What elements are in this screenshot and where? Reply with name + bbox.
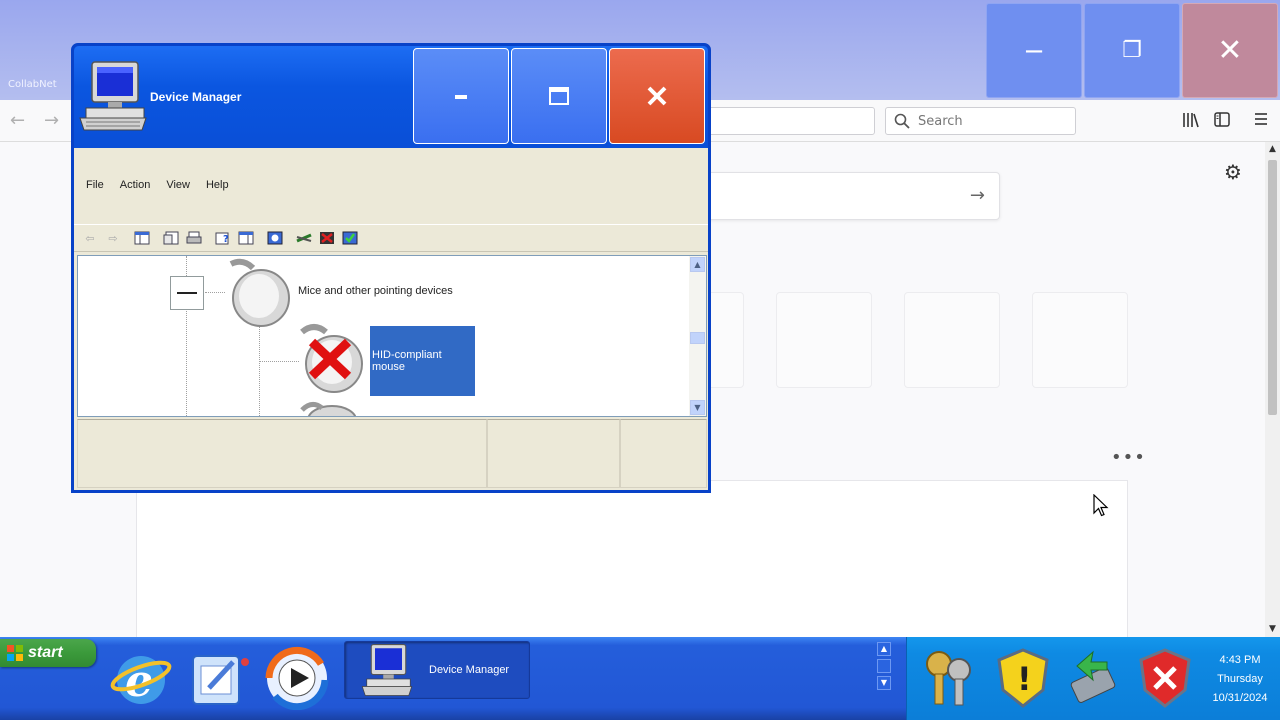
scroll-down-icon[interactable]: ▼ — [877, 676, 891, 690]
back-icon[interactable]: ⇦ — [80, 229, 100, 247]
toolbar: ⇦ ⇨ ? — [74, 224, 708, 252]
scroll-up-icon[interactable]: ▲ — [690, 257, 705, 272]
newtab-search-box[interactable]: → — [700, 172, 1000, 220]
device-tree[interactable]: Mice and other pointing devices HID-comp… — [77, 255, 707, 417]
maximize-button[interactable] — [511, 48, 607, 144]
device-manager-window: Device Manager File Action View Help ⇦ ⇨ — [71, 43, 711, 493]
status-pane — [77, 419, 487, 488]
library-icon[interactable] — [1182, 112, 1200, 132]
computer-icon — [361, 643, 413, 696]
tree-item-label: HID-compliant mouse — [372, 349, 442, 373]
system-clock[interactable]: 4:43 PM Thursday 10/31/2024 — [1207, 651, 1273, 708]
highlights-card — [136, 480, 1128, 640]
help-icon[interactable]: ? — [213, 229, 233, 247]
svg-text:?: ? — [223, 234, 229, 245]
tree-item-selected[interactable]: HID-compliant mouse — [370, 326, 475, 396]
svg-text:!: ! — [1017, 660, 1032, 698]
search-placeholder: Search — [918, 113, 963, 129]
arrow-right-icon[interactable]: → — [44, 110, 59, 131]
clock-time: 4:43 PM — [1219, 654, 1261, 666]
close-button[interactable] — [609, 48, 705, 144]
windows-media-player-icon[interactable] — [262, 643, 332, 713]
internet-explorer-icon[interactable]: e — [106, 643, 176, 713]
arrow-right-icon[interactable]: → — [970, 185, 985, 206]
tree-line — [259, 326, 260, 416]
browser-scrollbar[interactable]: ▲ ▼ — [1265, 142, 1280, 637]
browser-restore-button[interactable]: ❐ — [1084, 3, 1180, 98]
mouse-icon — [229, 258, 290, 327]
menu-action[interactable]: Action — [120, 179, 151, 191]
show-hide-console-tree-icon[interactable] — [132, 229, 152, 247]
outlook-express-icon[interactable] — [184, 643, 254, 713]
taskbar-item-label: Device Manager — [429, 664, 510, 676]
scroll-up-icon[interactable]: ▲ — [877, 642, 891, 656]
tree-category-label[interactable]: Mice and other pointing devices — [298, 285, 453, 297]
clock-date: 10/31/2024 — [1212, 692, 1268, 704]
arrow-left-icon[interactable]: ← — [10, 110, 25, 131]
scroll-down-icon[interactable]: ▼ — [690, 400, 705, 415]
start-button[interactable]: start — [0, 639, 96, 667]
security-warning-icon[interactable]: ! — [991, 643, 1055, 713]
menu-bar: File Action View Help — [74, 148, 708, 222]
status-bar — [77, 419, 707, 488]
more-options-icon[interactable]: ••• — [1111, 447, 1146, 468]
scroll-up-icon[interactable]: ▲ — [1265, 142, 1280, 157]
show-hide-action-pane-icon[interactable] — [236, 229, 256, 247]
uninstall-icon[interactable] — [317, 229, 337, 247]
taskbar-item-device-manager[interactable]: Device Manager — [344, 641, 530, 699]
scroll-down-icon[interactable]: ▼ — [1265, 622, 1280, 637]
browser-close-button[interactable]: ✕ — [1182, 3, 1278, 98]
enable-device-icon[interactable] — [340, 229, 360, 247]
browser-minimize-button[interactable]: ‒ — [986, 3, 1082, 98]
tree-collapse-toggle[interactable] — [170, 276, 204, 310]
browser-url-bar[interactable] — [700, 107, 875, 135]
sidebar-icon[interactable] — [1214, 112, 1230, 131]
minimize-icon — [455, 95, 467, 99]
window-title: Device Manager — [150, 90, 242, 104]
tree-line — [259, 361, 299, 362]
mouse-icon — [300, 402, 356, 416]
update-driver-icon[interactable] — [294, 229, 314, 247]
scroll-indicator — [877, 659, 891, 673]
start-label: start — [28, 644, 63, 661]
device-manager-titlebar[interactable]: Device Manager — [74, 46, 708, 148]
forward-icon[interactable]: ⇨ — [103, 229, 123, 247]
properties-icon[interactable] — [161, 229, 181, 247]
top-site-tile[interactable] — [904, 292, 1000, 388]
minimize-button[interactable] — [413, 48, 509, 144]
taskbar-scroller[interactable]: ▲ ▼ — [876, 639, 892, 697]
device-manager-body: File Action View Help ⇦ ⇨ ? Mice and oth… — [74, 148, 708, 490]
scrollbar-thumb[interactable] — [1268, 160, 1277, 415]
keys-icon[interactable] — [917, 643, 981, 713]
computer-icon — [79, 61, 147, 131]
search-icon — [894, 113, 910, 129]
notification-area: ! 4:43 PM Thursday 10/31/2024 — [906, 637, 1280, 720]
status-pane — [620, 419, 707, 488]
close-icon — [647, 86, 667, 106]
menu-file[interactable]: File — [86, 179, 104, 191]
maximize-icon — [549, 87, 569, 105]
tree-line — [205, 292, 225, 293]
taskbar: start e Device Manager ▲ ▼ ! 4:43 PM Thu — [0, 637, 1280, 720]
hamburger-menu-icon[interactable] — [1254, 112, 1268, 130]
network-icon[interactable] — [1061, 643, 1125, 713]
menu-view[interactable]: View — [166, 179, 190, 191]
scan-hardware-changes-icon[interactable] — [265, 229, 285, 247]
mouse-disabled-icon — [300, 324, 363, 393]
status-pane — [487, 419, 620, 488]
security-center-alert-icon[interactable] — [1133, 643, 1197, 713]
browser-search-box[interactable]: Search — [885, 107, 1076, 135]
gear-icon[interactable]: ⚙ — [1224, 160, 1242, 184]
browser-brand-label: CollabNet — [8, 79, 57, 90]
menu-help[interactable]: Help — [206, 179, 229, 191]
windows-logo-icon — [7, 645, 23, 661]
tree-scrollbar[interactable]: ▲ ▼ — [689, 256, 706, 416]
print-icon[interactable] — [184, 229, 204, 247]
mouse-cursor-icon — [1093, 494, 1109, 517]
clock-day: Thursday — [1217, 673, 1263, 685]
scrollbar-thumb[interactable] — [690, 332, 705, 344]
top-site-tile[interactable] — [776, 292, 872, 388]
top-site-tile[interactable] — [1032, 292, 1128, 388]
